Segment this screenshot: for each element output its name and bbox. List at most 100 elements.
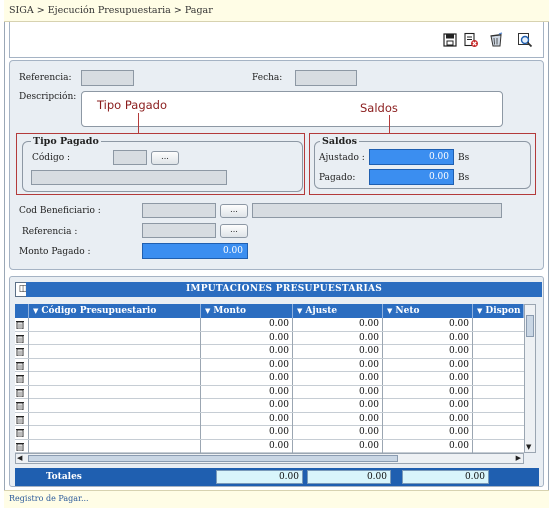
table-row[interactable]: 0.00 0.00 0.00 bbox=[15, 331, 524, 345]
cell-monto[interactable]: 0.00 bbox=[201, 426, 293, 439]
cod-beneficiario-field[interactable] bbox=[142, 203, 216, 218]
referencia2-lookup-button[interactable]: ... bbox=[220, 224, 248, 238]
cell-ajuste[interactable]: 0.00 bbox=[293, 439, 383, 453]
hscroll-thumb[interactable] bbox=[28, 455, 398, 462]
col-head-ajuste[interactable]: ▼ Ajuste bbox=[293, 304, 383, 318]
cell-dispon bbox=[473, 372, 524, 385]
grid-horizontal-scrollbar[interactable]: ◀ ▶ bbox=[15, 453, 524, 464]
table-row[interactable]: 0.00 0.00 0.00 bbox=[15, 345, 524, 359]
table-row[interactable]: 0.00 0.00 0.00 bbox=[15, 439, 524, 453]
cell-codigo[interactable] bbox=[29, 399, 201, 412]
col-head-codigo[interactable]: ▼ Código Presupuestario bbox=[29, 304, 201, 318]
pagado-unit: Bs bbox=[458, 173, 470, 183]
vscroll-thumb[interactable] bbox=[526, 315, 534, 337]
table-row[interactable]: 0.00 0.00 0.00 bbox=[15, 399, 524, 413]
cell-neto[interactable]: 0.00 bbox=[383, 412, 473, 426]
grid-body: 0.00 0.00 0.00 0.00 0.00 0.00 0.00 0.00 0.00 0.00… bbox=[15, 318, 524, 453]
scroll-right-icon[interactable]: ▶ bbox=[516, 454, 521, 463]
cell-monto[interactable]: 0.00 bbox=[201, 385, 293, 399]
col-head-neto[interactable]: ▼ Neto bbox=[383, 304, 473, 318]
cell-neto[interactable]: 0.00 bbox=[383, 318, 473, 331]
pagado-label: Pagado: bbox=[319, 173, 356, 183]
cell-codigo[interactable] bbox=[29, 385, 201, 399]
cell-ajuste[interactable]: 0.00 bbox=[293, 399, 383, 412]
cell-monto[interactable]: 0.00 bbox=[201, 399, 293, 412]
trash-icon[interactable] bbox=[488, 32, 504, 48]
cell-monto[interactable]: 0.00 bbox=[201, 412, 293, 426]
col-head-monto[interactable]: ▼ Monto bbox=[201, 304, 293, 318]
cell-neto[interactable]: 0.00 bbox=[383, 372, 473, 385]
table-row[interactable]: 0.00 0.00 0.00 bbox=[15, 318, 524, 332]
table-row[interactable]: 0.00 0.00 0.00 bbox=[15, 412, 524, 426]
cell-monto[interactable]: 0.00 bbox=[201, 439, 293, 453]
cell-dispon bbox=[473, 318, 524, 331]
cell-dispon bbox=[473, 345, 524, 358]
cell-codigo[interactable] bbox=[29, 331, 201, 345]
table-row[interactable]: 0.00 0.00 0.00 bbox=[15, 358, 524, 372]
cell-ajuste[interactable]: 0.00 bbox=[293, 345, 383, 358]
cell-neto[interactable]: 0.00 bbox=[383, 331, 473, 345]
pagado-field: 0.00 bbox=[369, 169, 454, 185]
cell-neto[interactable]: 0.00 bbox=[383, 358, 473, 372]
cell-monto[interactable]: 0.00 bbox=[201, 345, 293, 358]
delete-icon[interactable] bbox=[463, 32, 479, 48]
cell-codigo[interactable] bbox=[29, 426, 201, 439]
cell-codigo[interactable] bbox=[29, 439, 201, 453]
cell-ajuste[interactable]: 0.00 bbox=[293, 412, 383, 426]
cell-monto[interactable]: 0.00 bbox=[201, 318, 293, 331]
ajustado-field: 0.00 bbox=[369, 149, 454, 165]
cell-ajuste[interactable]: 0.00 bbox=[293, 331, 383, 345]
referencia2-field[interactable] bbox=[142, 223, 216, 238]
callout-tipo-pagado: Tipo Pagado bbox=[97, 98, 168, 112]
cod-beneficiario-lookup-button[interactable]: ... bbox=[220, 204, 248, 218]
fecha-field[interactable] bbox=[295, 70, 357, 86]
row-actions-cell bbox=[15, 358, 29, 372]
referencia-field[interactable] bbox=[81, 70, 134, 86]
cell-neto[interactable]: 0.00 bbox=[383, 385, 473, 399]
cell-codigo[interactable] bbox=[29, 358, 201, 372]
row-actions-cell bbox=[15, 331, 29, 345]
total-ajuste: 0.00 bbox=[307, 470, 391, 484]
search-icon[interactable] bbox=[517, 32, 533, 48]
codigo-label: Código : bbox=[32, 153, 71, 163]
table-row[interactable]: 0.00 0.00 0.00 bbox=[15, 426, 524, 440]
scroll-left-icon[interactable]: ◀ bbox=[17, 454, 22, 463]
cell-ajuste[interactable]: 0.00 bbox=[293, 426, 383, 439]
codigo-field[interactable] bbox=[113, 150, 147, 165]
cell-neto[interactable]: 0.00 bbox=[383, 426, 473, 439]
cell-neto[interactable]: 0.00 bbox=[383, 439, 473, 453]
scroll-down-icon[interactable]: ▼ bbox=[526, 443, 531, 451]
cell-ajuste[interactable]: 0.00 bbox=[293, 372, 383, 385]
cell-ajuste[interactable]: 0.00 bbox=[293, 385, 383, 399]
col-head-dispon-label: Dispon bbox=[485, 306, 521, 316]
cell-neto[interactable]: 0.00 bbox=[383, 345, 473, 358]
grid-vertical-scrollbar[interactable]: ▼ bbox=[524, 304, 536, 453]
cell-codigo[interactable] bbox=[29, 345, 201, 358]
cell-codigo[interactable] bbox=[29, 412, 201, 426]
row-actions-cell bbox=[15, 412, 29, 426]
total-monto: 0.00 bbox=[216, 470, 303, 484]
cod-beneficiario-label: Cod Beneficiario : bbox=[19, 206, 101, 216]
row-actions-cell bbox=[15, 439, 29, 453]
save-icon[interactable] bbox=[442, 32, 458, 48]
cell-dispon bbox=[473, 413, 524, 426]
col-head-actions bbox=[15, 304, 29, 318]
monto-pagado-field: 0.00 bbox=[142, 243, 248, 259]
saldos-title: Saldos bbox=[320, 136, 359, 147]
breadcrumb: SIGA > Ejecución Presupuestaria > Pagar bbox=[4, 0, 549, 22]
cell-codigo[interactable] bbox=[29, 318, 201, 331]
table-row[interactable]: 0.00 0.00 0.00 bbox=[15, 372, 524, 386]
codigo-lookup-button[interactable]: ... bbox=[151, 151, 179, 165]
cell-ajuste[interactable]: 0.00 bbox=[293, 318, 383, 331]
table-row[interactable]: 0.00 0.00 0.00 bbox=[15, 385, 524, 399]
cell-monto[interactable]: 0.00 bbox=[201, 358, 293, 372]
cell-monto[interactable]: 0.00 bbox=[201, 372, 293, 385]
cell-dispon bbox=[473, 426, 524, 439]
cell-neto[interactable]: 0.00 bbox=[383, 399, 473, 412]
col-head-dispon[interactable]: ▼ Dispon bbox=[473, 304, 524, 318]
cell-codigo[interactable] bbox=[29, 372, 201, 385]
cell-ajuste[interactable]: 0.00 bbox=[293, 358, 383, 372]
toolbar bbox=[9, 22, 544, 58]
callout-line-tipo-pagado bbox=[138, 113, 139, 133]
cell-monto[interactable]: 0.00 bbox=[201, 331, 293, 345]
